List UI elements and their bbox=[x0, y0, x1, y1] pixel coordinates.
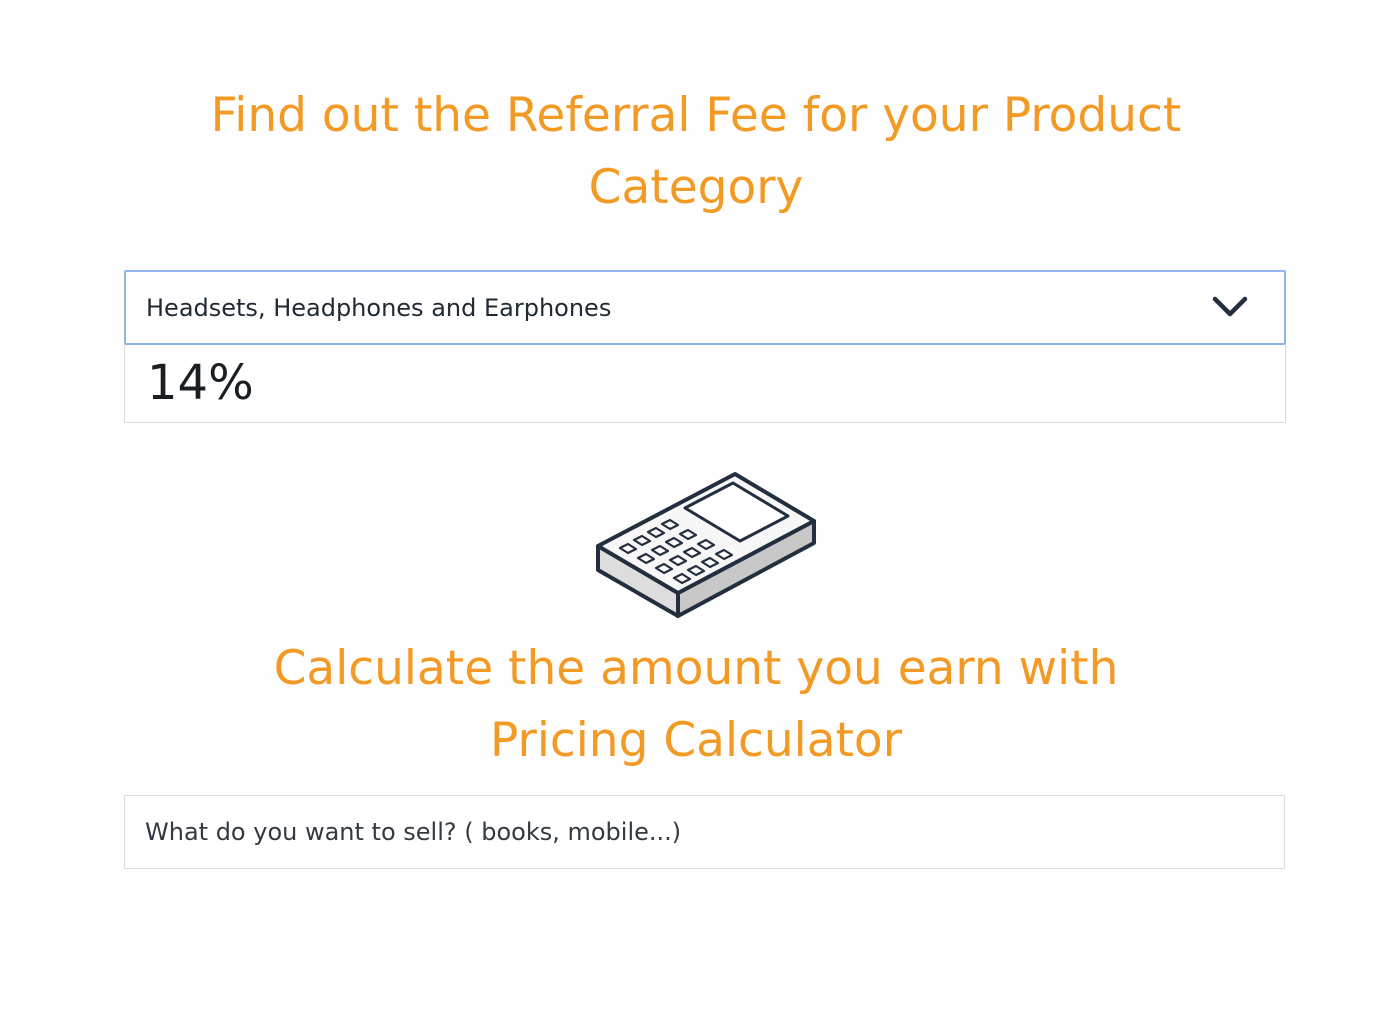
referral-fee-percentage: 14% bbox=[147, 355, 254, 411]
referral-fee-heading-line2: Category bbox=[588, 160, 804, 215]
pricing-calculator-heading-line2: Pricing Calculator bbox=[489, 713, 903, 768]
referral-fee-result: 14% bbox=[124, 345, 1286, 423]
pricing-calculator-heading: Calculate the amount you earn with Prici… bbox=[0, 633, 1392, 777]
product-category-selected-value: Headsets, Headphones and Earphones bbox=[146, 294, 612, 322]
referral-fee-heading: Find out the Referral Fee for your Produ… bbox=[0, 80, 1392, 224]
calculator-icon bbox=[596, 472, 816, 618]
chevron-down-icon bbox=[1212, 296, 1248, 317]
product-search-input[interactable] bbox=[124, 795, 1285, 869]
referral-fee-heading-line1: Find out the Referral Fee for your Produ… bbox=[210, 88, 1182, 143]
pricing-calculator-heading-line1: Calculate the amount you earn with bbox=[273, 641, 1119, 696]
product-category-select[interactable]: Headsets, Headphones and Earphones bbox=[124, 270, 1286, 345]
